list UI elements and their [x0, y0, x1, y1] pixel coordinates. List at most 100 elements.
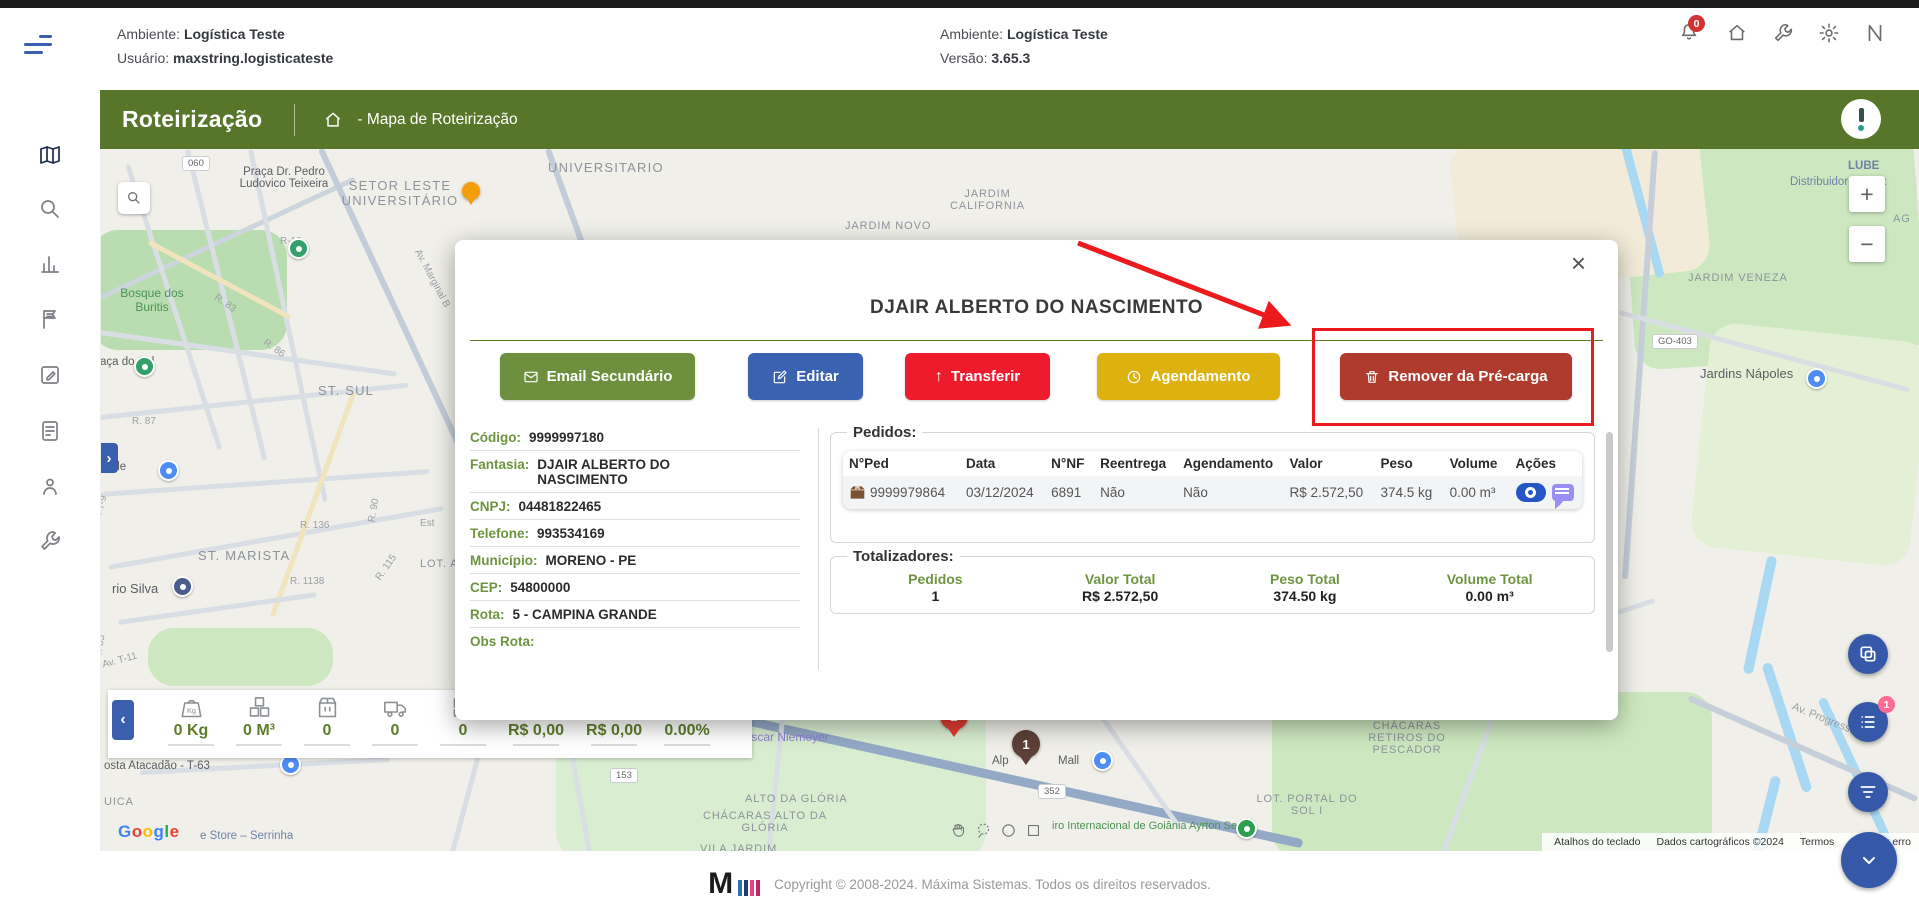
statsbar-collapse-button[interactable]: ‹: [112, 700, 134, 740]
map-label: Av. T-11: [101, 651, 138, 671]
cell-acoes: [1510, 476, 1582, 509]
airport-marker[interactable]: [1236, 818, 1257, 839]
total-label: Valor Total: [1028, 571, 1213, 587]
map-label: LUBE: [1848, 160, 1879, 172]
circle-tool-icon[interactable]: [1000, 822, 1017, 844]
close-icon[interactable]: ×: [1571, 248, 1586, 279]
map-pin-1[interactable]: 1: [1012, 730, 1040, 758]
map-label: ALTO DA GLÓRIA: [745, 793, 848, 805]
tools-button[interactable]: [1772, 22, 1794, 44]
total-valor: Valor Total R$ 2.572,50: [1028, 571, 1213, 604]
map-icon: [38, 143, 62, 167]
transferir-button[interactable]: ↑ Transferir: [905, 353, 1050, 400]
total-label: Pedidos: [843, 571, 1028, 587]
col-nped: N°Ped: [843, 451, 960, 476]
transit-marker[interactable]: [134, 356, 155, 377]
totalizadores-legend: Totalizadores:: [847, 548, 960, 565]
poi-marker[interactable]: [1806, 368, 1827, 389]
brand-n-button[interactable]: [1864, 22, 1886, 44]
col-peso: Peso: [1374, 451, 1443, 476]
module-nav-bar: Roteirização - Mapa de Roteirização: [100, 90, 1919, 149]
sidebar-item-routes[interactable]: [38, 307, 62, 331]
sidebar-item-map[interactable]: [38, 143, 62, 167]
alert-button[interactable]: [1841, 99, 1881, 139]
map-label: Mall: [1058, 755, 1079, 767]
map-label: Est: [420, 518, 434, 529]
total-volume: Volume Total 0.00 m³: [1397, 571, 1582, 604]
pan-hand-icon[interactable]: [950, 822, 967, 844]
chevron-right-icon: ›: [107, 450, 112, 467]
breadcrumb-home-icon[interactable]: [323, 110, 343, 130]
stat-weight: Kg 0 Kg: [168, 690, 214, 746]
menu-icon[interactable]: [24, 30, 52, 59]
poi-marker[interactable]: [1092, 750, 1113, 771]
keyboard-shortcuts-link[interactable]: Atalhos do teclado: [1554, 836, 1640, 848]
collapse-panel-button[interactable]: [1841, 832, 1897, 888]
pedidos-legend: Pedidos:: [847, 424, 922, 441]
monument-marker[interactable]: [172, 576, 193, 597]
map-layers-button[interactable]: [1848, 634, 1888, 674]
zoom-in-button[interactable]: +: [1849, 176, 1885, 212]
square-tool-icon[interactable]: [1025, 822, 1042, 844]
map-label: CHÁCARAS RETIROS DO PESCADOR: [1352, 720, 1462, 756]
home-button[interactable]: [1726, 22, 1748, 44]
cell-reentrega: Não: [1094, 476, 1177, 509]
field-telefone: Telefone: 993534169: [470, 520, 800, 547]
wrench-icon: [38, 529, 62, 553]
weight-scale-icon: Kg: [178, 694, 205, 721]
button-label: Agendamento: [1150, 368, 1250, 385]
field-value: MORENO - PE: [546, 553, 801, 568]
lasso-icon[interactable]: [975, 822, 992, 844]
road-badge: 352: [1038, 784, 1066, 799]
col-agendamento: Agendamento: [1177, 451, 1283, 476]
editar-button[interactable]: Editar: [748, 353, 863, 400]
sidebar-item-tools[interactable]: [38, 529, 62, 553]
chevron-down-icon: [1857, 848, 1881, 872]
agendamento-button[interactable]: Agendamento: [1097, 353, 1280, 400]
stat-value: 0: [459, 722, 468, 740]
map-search-button[interactable]: [118, 182, 150, 214]
sidebar-item-search[interactable]: [38, 197, 62, 221]
zoom-out-button[interactable]: −: [1849, 226, 1885, 262]
view-order-button[interactable]: [1516, 483, 1546, 502]
map-pin-orange[interactable]: [462, 182, 480, 200]
cell-volume: 0.00 m³: [1444, 476, 1510, 509]
totalizadores-fieldset: Totalizadores: Pedidos 1 Valor Total R$ …: [830, 548, 1595, 614]
terms-link[interactable]: Termos: [1800, 836, 1834, 848]
transit-marker[interactable]: [288, 238, 309, 259]
park-area: [148, 628, 333, 686]
orders-card: N°Ped Data N°NF Reentrega Agendamento Va…: [843, 451, 1582, 509]
notifications-button[interactable]: 0: [1678, 22, 1700, 44]
map-label: ST. MARISTA: [198, 548, 290, 563]
google-logo[interactable]: Google: [118, 822, 180, 842]
sidebar-item-charts[interactable]: [38, 252, 62, 276]
poi-marker[interactable]: [158, 460, 179, 481]
customer-modal: × DJAIR ALBERTO DO NASCIMENTO Email Secu…: [455, 240, 1618, 720]
filter-button[interactable]: [1848, 772, 1888, 812]
road-badge: GO-403: [1652, 334, 1698, 349]
filter-icon: [1858, 782, 1878, 802]
versao-label: Versão:: [940, 50, 987, 66]
app-root: SETOR LESTE UNIVERSITÁRIO UNIVERSITARIO …: [0, 0, 1919, 917]
envelope-icon: [523, 369, 539, 385]
cell-agendamento: Não: [1177, 476, 1283, 509]
modal-title: DJAIR ALBERTO DO NASCIMENTO: [455, 297, 1618, 319]
order-comment-button[interactable]: [1552, 484, 1574, 501]
sidebar-item-reports[interactable]: [38, 419, 62, 443]
button-label: Editar: [796, 368, 839, 385]
river: [1743, 555, 1778, 674]
report-icon: [38, 419, 62, 443]
logo-bar: [738, 880, 742, 896]
settings-button[interactable]: [1818, 22, 1840, 44]
sidebar-item-clients[interactable]: [38, 474, 62, 498]
field-label: Município:: [470, 553, 538, 568]
map-expand-button[interactable]: ›: [100, 443, 118, 473]
sidebar-item-edit[interactable]: [38, 363, 62, 387]
list-icon: [1858, 712, 1878, 732]
search-icon: [38, 197, 62, 221]
modal-scrollbar[interactable]: [1606, 432, 1613, 652]
map-label: iro Internacional de Goiânia Ayrton Senn…: [1052, 820, 1255, 832]
email-secundario-button[interactable]: Email Secundário: [500, 353, 695, 400]
arrow-up-icon: ↑: [935, 368, 943, 386]
button-label: Email Secundário: [547, 368, 673, 385]
